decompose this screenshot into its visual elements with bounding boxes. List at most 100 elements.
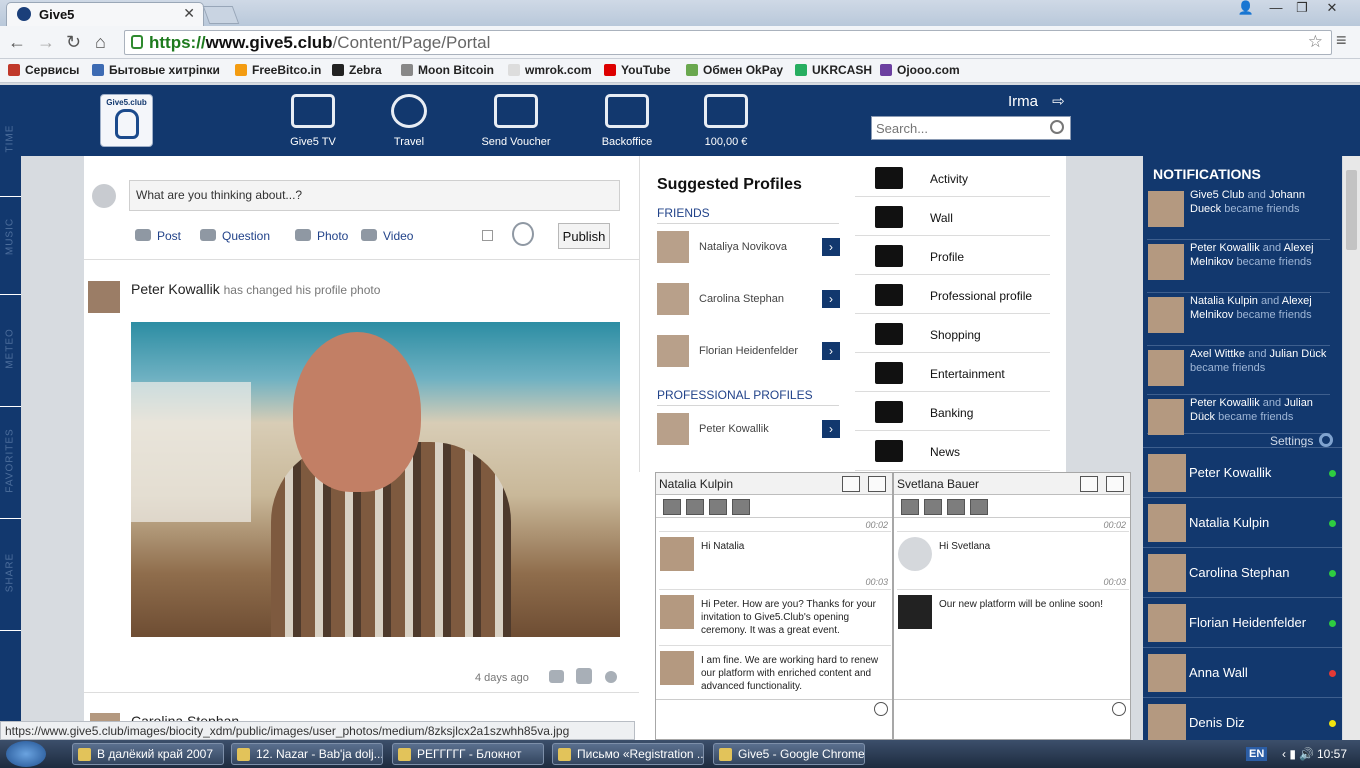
profile-icon[interactable]: 👤 [1232,0,1260,18]
close-window-button[interactable]: ✕ [1318,0,1346,18]
search-icon[interactable] [1050,120,1064,134]
notification-item[interactable]: Natalia Kulpin and Alexej Melnikov becam… [1147,294,1330,346]
give5-logo[interactable]: Give5.club [100,94,153,147]
close-chat-icon[interactable] [1106,476,1124,492]
notif-actor[interactable]: Natalia Kulpin [1190,295,1258,307]
scrollbar-thumb[interactable] [1346,170,1357,250]
minimize-button[interactable]: — [1262,0,1290,18]
contact-item[interactable]: Natalia Kulpin [1143,497,1342,547]
menu-entertainment[interactable]: Entertainment [855,353,1050,392]
notif-actor[interactable]: Peter Kowallik [1190,397,1260,409]
suggested-friend[interactable]: Nataliya Novikova › [657,229,840,265]
contact-item[interactable]: Anna Wall [1143,647,1342,697]
browser-tab[interactable]: Give5 ✕ [6,2,204,26]
bookmark-item[interactable]: Moon Bitcoin [401,63,494,77]
scrollbar[interactable] [1343,156,1360,740]
tray-icons[interactable]: ‹ ▮ 🔊 [1282,747,1314,761]
notif-target[interactable]: Julian Dück [1270,348,1327,360]
clock[interactable]: 10:57 [1317,747,1347,761]
photo-action[interactable]: Photo [295,229,348,243]
video-action[interactable]: Video [361,229,413,243]
remove-icon[interactable] [732,499,750,515]
give5-hand-icon[interactable] [576,668,592,684]
search-input[interactable] [876,118,1046,138]
taskbar-item[interactable]: РЕГГГГГ - Блокнот [392,743,544,765]
suggested-friend[interactable]: Carolina Stephan › [657,281,840,317]
close-tab-icon[interactable]: ✕ [183,5,195,22]
side-tab-share[interactable]: SHARE [0,519,21,631]
bookmark-item[interactable]: Обмен OkPay [686,63,783,77]
bookmark-item[interactable]: Бытовые хитрinки [92,63,220,77]
video-call-icon[interactable] [663,499,681,515]
minimize-chat-icon[interactable] [842,476,860,492]
notification-item[interactable]: Give5 Club and Johann Dueck became frien… [1147,188,1330,240]
feed-author-avatar[interactable] [88,281,120,313]
menu-professional-profile[interactable]: Professional profile [855,275,1050,314]
feed-photo[interactable] [131,322,620,637]
side-tab-time[interactable]: TIME [0,85,21,197]
settings-icon[interactable] [947,499,965,515]
nav-send-voucher[interactable]: Send Voucher [471,94,561,148]
notif-actor[interactable]: Axel Wittke [1190,348,1245,360]
reload-icon[interactable]: ↻ [66,32,81,53]
menu-banking[interactable]: Banking [855,392,1050,431]
arrow-right-icon[interactable]: › [822,342,840,360]
back-icon[interactable]: ← [8,32,26,53]
question-action[interactable]: Question [200,229,270,243]
bookmark-item[interactable]: Ojooo.com [880,63,960,77]
menu-icon[interactable]: ≡ [1336,30,1347,51]
post-action[interactable]: Post [135,229,181,243]
menu-activity[interactable]: Activity [855,158,1050,197]
emoji-icon[interactable] [1112,702,1126,716]
side-tab-favorites[interactable]: FAVORITES [0,407,21,519]
contact-item[interactable]: Peter Kowallik [1143,447,1342,497]
menu-wall[interactable]: Wall [855,197,1050,236]
emoji-icon[interactable] [874,702,888,716]
arrow-right-icon[interactable]: › [822,290,840,308]
share-icon[interactable] [605,671,617,683]
side-tab-music[interactable]: MUSIC [0,183,21,295]
notification-item[interactable]: Peter Kowallik and Alexej Melnikov becam… [1147,241,1330,293]
home-icon[interactable]: ⌂ [95,32,106,53]
minimize-chat-icon[interactable] [1080,476,1098,492]
next-feed-author[interactable]: Carolina Stephan [131,713,239,721]
nav-travel[interactable]: Travel [364,94,454,148]
taskbar-item[interactable]: Письмо «Registration ... [552,743,704,765]
privacy-checkbox[interactable] [482,230,493,241]
close-chat-icon[interactable] [868,476,886,492]
address-bar[interactable]: https://www.give5.club/Content/Page/Port… [124,30,1332,55]
taskbar-item[interactable]: В далёкий край 2007 [72,743,224,765]
taskbar-item[interactable]: 12. Nazar - Bab'ja dolj... [231,743,383,765]
publish-button[interactable]: Publish [558,223,610,249]
language-indicator[interactable]: EN [1246,747,1268,761]
user-name[interactable]: Irma ⇨ [1008,92,1065,110]
contact-item[interactable]: Florian Heidenfelder [1143,597,1342,647]
block-icon[interactable] [924,499,942,515]
bookmark-item[interactable]: Zebra [332,63,382,77]
notif-actor[interactable]: Peter Kowallik [1190,242,1260,254]
feed-author[interactable]: Peter Kowallik [131,281,220,297]
new-tab-button[interactable] [202,6,240,24]
video-call-icon[interactable] [901,499,919,515]
maximize-button[interactable]: ❐ [1288,0,1316,18]
logout-icon[interactable]: ⇨ [1052,93,1065,110]
menu-shopping[interactable]: Shopping [855,314,1050,353]
nav-give5-tv[interactable]: Give5 TV [268,94,358,148]
bookmark-item[interactable]: wmrok.com [508,63,592,77]
notification-item[interactable]: Peter Kowallik and Julian Dück became fr… [1147,396,1330,435]
menu-profile[interactable]: Profile [855,236,1050,275]
start-button[interactable] [6,741,46,767]
bookmark-item[interactable]: Сервисы [8,63,79,77]
notification-item[interactable]: Axel Wittke and Julian Dück became frien… [1147,347,1330,395]
bookmark-star-icon[interactable]: ☆ [1308,32,1323,52]
comment-icon[interactable] [549,670,564,683]
side-tab-meteo[interactable]: METEO [0,295,21,407]
arrow-right-icon[interactable]: › [822,420,840,438]
bookmark-item[interactable]: YouTube [604,63,671,77]
forward-icon[interactable]: → [37,32,55,53]
mood-icon[interactable] [512,222,534,246]
arrow-right-icon[interactable]: › [822,238,840,256]
nav-backoffice[interactable]: Backoffice [582,94,672,148]
chat-input[interactable] [894,699,1130,719]
menu-news[interactable]: News [855,431,1050,471]
